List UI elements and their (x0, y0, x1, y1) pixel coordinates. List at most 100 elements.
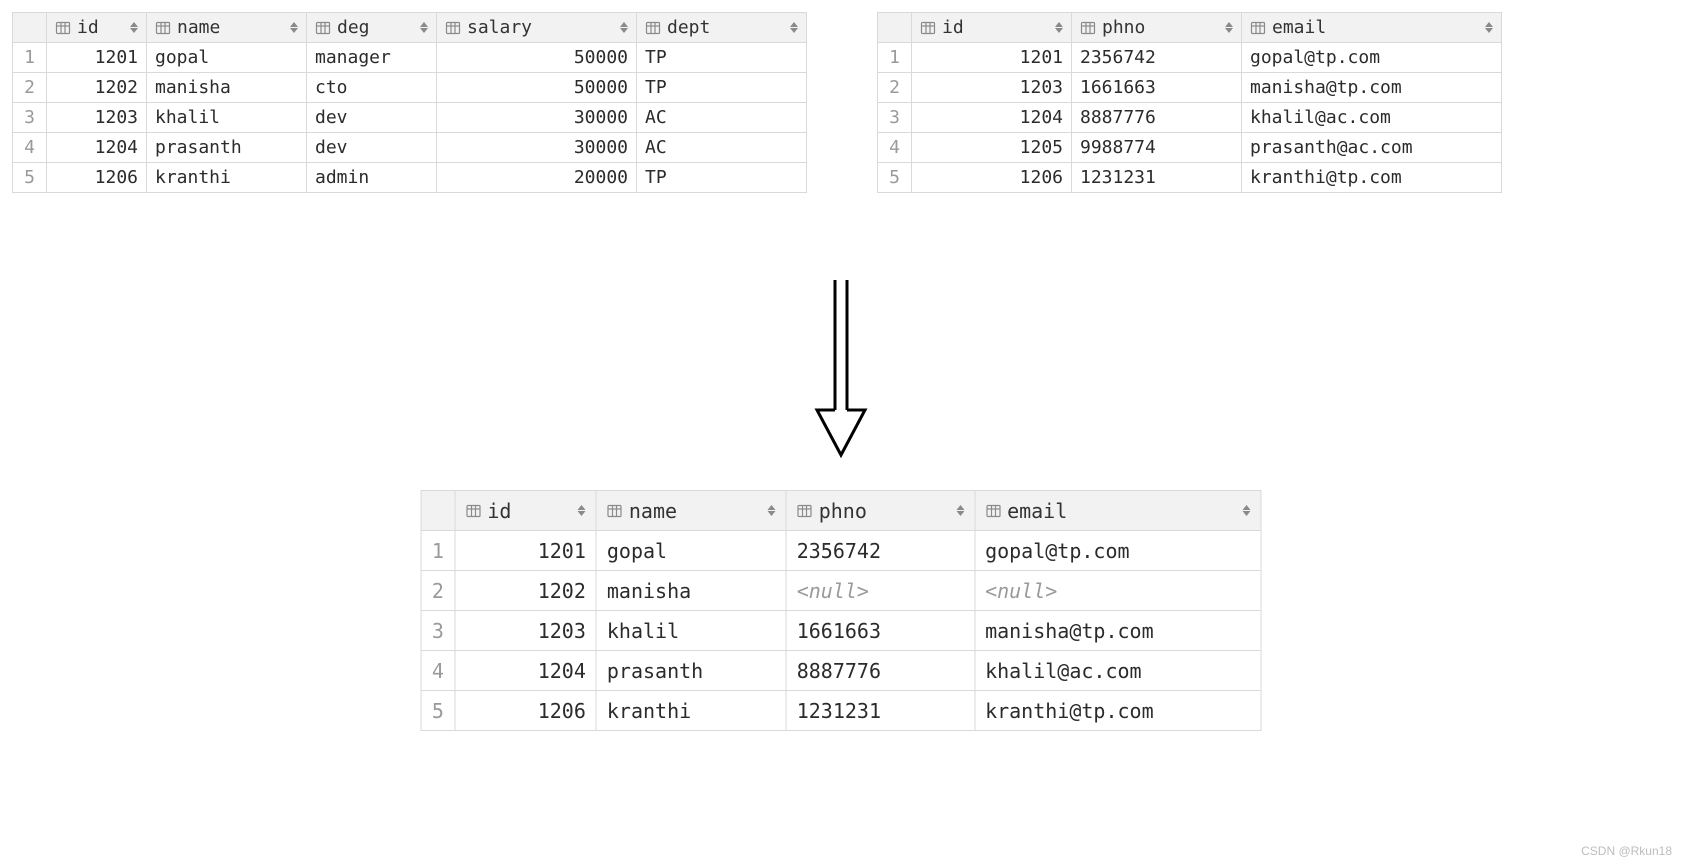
column-header-email[interactable]: email (1242, 13, 1502, 43)
cell-id[interactable]: 1201 (455, 531, 597, 571)
cell-id[interactable]: 1203 (912, 73, 1072, 103)
table-row[interactable]: 31203khalildev30000AC (13, 103, 807, 133)
cell-dept[interactable]: AC (637, 103, 807, 133)
sort-icon[interactable] (578, 505, 586, 516)
cell-dept[interactable]: TP (637, 73, 807, 103)
cell-deg[interactable]: manager (307, 43, 437, 73)
sort-icon[interactable] (290, 22, 298, 33)
cell-email[interactable]: <null> (975, 571, 1261, 611)
sort-icon[interactable] (620, 22, 628, 33)
table-row[interactable]: 51206kranthiadmin20000TP (13, 163, 807, 193)
cell-email[interactable]: prasanth@ac.com (1242, 133, 1502, 163)
cell-id[interactable]: 1206 (912, 163, 1072, 193)
column-header-id[interactable]: id (455, 491, 597, 531)
cell-salary[interactable]: 30000 (437, 103, 637, 133)
cell-name[interactable]: kranthi (147, 163, 307, 193)
cell-deg[interactable]: admin (307, 163, 437, 193)
cell-id[interactable]: 1206 (455, 691, 597, 731)
cell-name[interactable]: prasanth (147, 133, 307, 163)
cell-name[interactable]: prasanth (596, 651, 786, 691)
cell-name[interactable]: kranthi (596, 691, 786, 731)
table-row[interactable]: 412059988774prasanth@ac.com (878, 133, 1502, 163)
cell-phno[interactable]: 8887776 (786, 651, 974, 691)
table-row[interactable]: 31203khalil1661663manisha@tp.com (421, 611, 1261, 651)
column-header-name[interactable]: name (147, 13, 307, 43)
cell-salary[interactable]: 50000 (437, 73, 637, 103)
cell-salary[interactable]: 50000 (437, 43, 637, 73)
cell-email[interactable]: kranthi@tp.com (975, 691, 1261, 731)
table-row[interactable]: 21202manishacto50000TP (13, 73, 807, 103)
table-row[interactable]: 11201gopalmanager50000TP (13, 43, 807, 73)
table-row[interactable]: 11201gopal2356742gopal@tp.com (421, 531, 1261, 571)
cell-id[interactable]: 1204 (912, 103, 1072, 133)
cell-name[interactable]: manisha (596, 571, 786, 611)
cell-phno[interactable]: 1661663 (1072, 73, 1242, 103)
cell-deg[interactable]: dev (307, 133, 437, 163)
sort-icon[interactable] (956, 505, 964, 516)
cell-deg[interactable]: dev (307, 103, 437, 133)
cell-phno[interactable]: 1231231 (1072, 163, 1242, 193)
cell-id[interactable]: 1203 (47, 103, 147, 133)
sort-icon[interactable] (420, 22, 428, 33)
cell-deg[interactable]: cto (307, 73, 437, 103)
cell-phno[interactable]: 2356742 (786, 531, 974, 571)
column-header-id[interactable]: id (912, 13, 1072, 43)
cell-id[interactable]: 1201 (47, 43, 147, 73)
cell-dept[interactable]: TP (637, 163, 807, 193)
table-row[interactable]: 512061231231kranthi@tp.com (878, 163, 1502, 193)
cell-phno[interactable]: 9988774 (1072, 133, 1242, 163)
cell-name[interactable]: gopal (596, 531, 786, 571)
column-header-dept[interactable]: dept (637, 13, 807, 43)
cell-id[interactable]: 1202 (455, 571, 597, 611)
column-header-phno[interactable]: phno (786, 491, 974, 531)
cell-phno[interactable]: 1231231 (786, 691, 974, 731)
cell-phno[interactable]: 2356742 (1072, 43, 1242, 73)
cell-phno[interactable]: <null> (786, 571, 974, 611)
cell-id[interactable]: 1202 (47, 73, 147, 103)
column-header-name[interactable]: name (596, 491, 786, 531)
sort-icon[interactable] (1055, 22, 1063, 33)
column-header-phno[interactable]: phno (1072, 13, 1242, 43)
cell-email[interactable]: gopal@tp.com (1242, 43, 1502, 73)
contact-table: idphnoemail 112012356742gopal@tp.com2120… (877, 12, 1502, 193)
table-row[interactable]: 112012356742gopal@tp.com (878, 43, 1502, 73)
table-row[interactable]: 41204prasanth8887776khalil@ac.com (421, 651, 1261, 691)
cell-email[interactable]: khalil@ac.com (1242, 103, 1502, 133)
cell-salary[interactable]: 20000 (437, 163, 637, 193)
table-row[interactable]: 21202manisha<null><null> (421, 571, 1261, 611)
table-row[interactable]: 212031661663manisha@tp.com (878, 73, 1502, 103)
cell-email[interactable]: manisha@tp.com (1242, 73, 1502, 103)
sort-icon[interactable] (1485, 22, 1493, 33)
table-row[interactable]: 312048887776khalil@ac.com (878, 103, 1502, 133)
cell-name[interactable]: khalil (596, 611, 786, 651)
cell-email[interactable]: kranthi@tp.com (1242, 163, 1502, 193)
cell-id[interactable]: 1204 (47, 133, 147, 163)
cell-name[interactable]: manisha (147, 73, 307, 103)
cell-name[interactable]: gopal (147, 43, 307, 73)
cell-email[interactable]: gopal@tp.com (975, 531, 1261, 571)
cell-name[interactable]: khalil (147, 103, 307, 133)
column-header-deg[interactable]: deg (307, 13, 437, 43)
sort-icon[interactable] (768, 505, 776, 516)
cell-phno[interactable]: 1661663 (786, 611, 974, 651)
cell-id[interactable]: 1201 (912, 43, 1072, 73)
cell-dept[interactable]: AC (637, 133, 807, 163)
column-header-salary[interactable]: salary (437, 13, 637, 43)
cell-email[interactable]: khalil@ac.com (975, 651, 1261, 691)
cell-salary[interactable]: 30000 (437, 133, 637, 163)
cell-id[interactable]: 1204 (455, 651, 597, 691)
cell-id[interactable]: 1206 (47, 163, 147, 193)
column-header-id[interactable]: id (47, 13, 147, 43)
sort-icon[interactable] (790, 22, 798, 33)
cell-phno[interactable]: 8887776 (1072, 103, 1242, 133)
sort-icon[interactable] (1225, 22, 1233, 33)
cell-id[interactable]: 1205 (912, 133, 1072, 163)
table-row[interactable]: 41204prasanthdev30000AC (13, 133, 807, 163)
table-row[interactable]: 51206kranthi1231231kranthi@tp.com (421, 691, 1261, 731)
cell-id[interactable]: 1203 (455, 611, 597, 651)
sort-icon[interactable] (1243, 505, 1251, 516)
sort-icon[interactable] (130, 22, 138, 33)
column-header-email[interactable]: email (975, 491, 1261, 531)
cell-dept[interactable]: TP (637, 43, 807, 73)
cell-email[interactable]: manisha@tp.com (975, 611, 1261, 651)
